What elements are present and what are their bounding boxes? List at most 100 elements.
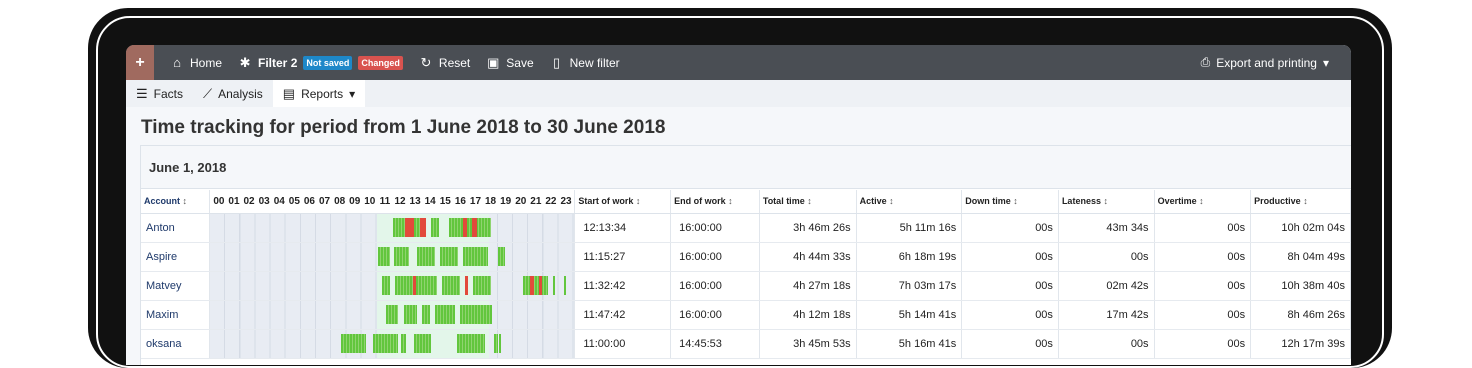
sort-icon: ↕ <box>1013 196 1018 207</box>
table-row[interactable]: Maxim 11:47:42 16:00:00 4h 12m 18s 5h 14m 41… <box>141 300 1351 330</box>
hour-label: 18 <box>485 195 497 207</box>
active-segment <box>401 333 407 353</box>
top-toolbar: + ⌂ Home ✱ Filter 2 Not saved Changed ↻ … <box>126 45 1351 80</box>
total-cell: 4h 44m 33s <box>759 242 857 272</box>
view-tabs: ☰ Facts ⟋ Analysis ▤ Reports ▾ <box>126 80 1351 107</box>
hour-label: 19 <box>500 195 512 207</box>
hour-label: 10 <box>364 195 376 207</box>
col-active[interactable]: Active ↕ <box>856 190 963 214</box>
activity-timeline <box>210 271 575 300</box>
active-segment <box>394 246 410 266</box>
hour-label: 02 <box>243 195 255 207</box>
sort-icon: ↕ <box>807 196 812 207</box>
timeline-cell <box>209 242 576 272</box>
tab-facts[interactable]: ☰ Facts <box>126 80 193 107</box>
hour-label: 21 <box>530 195 542 207</box>
changed-badge: Changed <box>358 55 403 70</box>
active-segment <box>440 246 459 266</box>
home-icon: ⌂ <box>173 55 181 70</box>
down-cell: 00s <box>961 213 1059 243</box>
tab-analysis[interactable]: ⟋ Analysis <box>193 80 273 107</box>
hour-label: 13 <box>409 195 421 207</box>
overtime-cell: 00s <box>1154 271 1252 301</box>
col-start[interactable]: Start of work ↕ <box>574 190 672 214</box>
col-down[interactable]: Down time ↕ <box>961 190 1059 214</box>
idle-segment <box>420 217 427 237</box>
col-total[interactable]: Total time ↕ <box>759 190 857 214</box>
save-label: Save <box>506 55 534 70</box>
col-overtime[interactable]: Overtime ↕ <box>1154 190 1252 214</box>
filter-label: Filter 2 <box>258 55 298 70</box>
activity-timeline <box>210 300 575 329</box>
idle-segment <box>413 275 417 295</box>
export-menu[interactable]: ⎙ Export and printing ▾ <box>1201 45 1329 80</box>
hour-label: 23 <box>560 195 572 207</box>
new-filter-button[interactable]: ▯ New filter <box>550 55 620 71</box>
account-cell[interactable]: Anton <box>141 213 211 243</box>
productive-cell: 8h 04m 49s <box>1250 242 1351 272</box>
hour-label: 16 <box>454 195 466 207</box>
col-productive[interactable]: Productive ↕ <box>1250 190 1351 214</box>
idle-segment <box>539 275 543 295</box>
account-cell[interactable]: Matvey <box>141 271 211 301</box>
productive-cell: 10h 38m 40s <box>1250 271 1351 301</box>
time-tracking-table: Account ↕ 00 01 02 03 04 05 06 07 08 09 10 11 12 13 14… <box>141 190 1351 359</box>
active-cell: 5h 11m 16s <box>856 213 963 243</box>
col-hours: 00 01 02 03 04 05 06 07 08 09 10 11 12 13 14 15 16 17 18 19… <box>209 190 576 214</box>
start-cell: 11:32:42 <box>574 271 672 301</box>
active-segment <box>473 275 492 295</box>
hour-label: 14 <box>424 195 436 207</box>
active-segment <box>373 333 399 353</box>
export-label: Export and printing <box>1216 55 1317 70</box>
table-row[interactable]: Aspire 11:15:27 16:00:00 4h 44m 33s 6h 18m 1… <box>141 242 1351 272</box>
home-button[interactable]: ⌂ Home <box>170 55 222 70</box>
productive-cell: 8h 46m 26s <box>1250 300 1351 330</box>
caret-down-icon: ▾ <box>1322 55 1329 70</box>
reset-button[interactable]: ↻ Reset <box>419 55 470 71</box>
active-segment <box>553 275 556 295</box>
home-label: Home <box>190 55 223 70</box>
table-header-row: Account ↕ 00 01 02 03 04 05 06 07 08 09 10 11 12 13 14… <box>141 190 1351 214</box>
hour-labels: 00 01 02 03 04 05 06 07 08 09 10 11 12 13 14 15 16 17 18 19… <box>210 196 574 207</box>
active-segment <box>378 246 391 266</box>
active-segment <box>498 246 506 266</box>
start-cell: 11:47:42 <box>574 300 672 330</box>
activity-timeline <box>210 329 575 358</box>
timeline-cell <box>209 300 576 330</box>
end-cell: 16:00:00 <box>670 300 760 330</box>
end-cell: 16:00:00 <box>670 242 760 272</box>
hour-label: 00 <box>213 195 225 207</box>
active-segment <box>395 275 438 295</box>
account-cell[interactable]: Maxim <box>141 300 211 330</box>
add-button[interactable]: + <box>126 45 154 80</box>
timeline-cell <box>209 213 576 243</box>
active-segment <box>457 333 486 353</box>
total-cell: 4h 27m 18s <box>759 271 857 301</box>
save-button[interactable]: ▣ Save <box>486 55 534 71</box>
active-segment <box>417 246 436 266</box>
active-cell: 5h 14m 41s <box>856 300 963 330</box>
page-title: Time tracking for period from 1 June 201… <box>141 117 666 138</box>
not-saved-badge: Not saved <box>303 55 353 70</box>
hour-label: 03 <box>258 195 270 207</box>
hour-label: 11 <box>379 195 391 207</box>
table-row[interactable]: Matvey 11:32:42 16:00:00 4h 27m 18s 7h 03m 1… <box>141 271 1351 301</box>
table-row[interactable]: Anton 12:13:34 16:00:00 3h 46m 26s 5h 11m 16… <box>141 213 1351 243</box>
start-cell: 11:15:27 <box>574 242 672 272</box>
sort-icon: ↕ <box>1303 196 1308 207</box>
idle-segment <box>530 275 535 295</box>
col-account[interactable]: Account ↕ <box>141 190 211 214</box>
tab-reports[interactable]: ▤ Reports ▾ <box>272 80 366 107</box>
col-end[interactable]: End of work ↕ <box>670 190 760 214</box>
down-cell: 00s <box>961 271 1059 301</box>
active-segment <box>494 333 499 353</box>
filter-button[interactable]: ✱ Filter 2 Not saved Changed <box>238 55 403 71</box>
printer-icon: ⎙ <box>1200 55 1211 69</box>
account-cell[interactable]: Aspire <box>141 242 211 272</box>
end-cell: 16:00:00 <box>670 271 760 301</box>
hour-label: 01 <box>228 195 240 207</box>
sort-icon: ↕ <box>889 196 894 207</box>
refresh-icon: ↻ <box>420 54 432 70</box>
col-lateness[interactable]: Lateness ↕ <box>1058 190 1155 214</box>
active-segment <box>435 304 456 324</box>
